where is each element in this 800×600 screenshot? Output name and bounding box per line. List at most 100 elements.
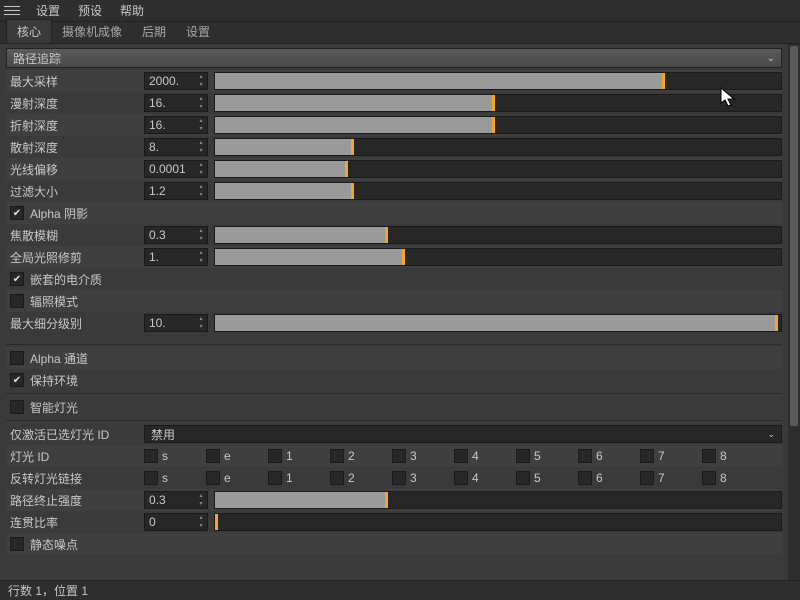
label-diffuse-depth: 漫射深度 — [6, 95, 138, 112]
slider-filter-size[interactable] — [214, 182, 782, 200]
cb-inv-s[interactable] — [144, 471, 158, 485]
slider-gi-clamp[interactable] — [214, 248, 782, 266]
invert-light-options: s e 1 2 3 4 5 6 7 8 — [144, 471, 782, 485]
scrollbar-thumb[interactable] — [790, 46, 798, 426]
cb-light-4[interactable] — [454, 449, 468, 463]
row-keep-env: 保持环境 — [6, 369, 782, 391]
cb-light-5[interactable] — [516, 449, 530, 463]
menu-settings[interactable]: 设置 — [28, 0, 68, 21]
tab-settings[interactable]: 设置 — [176, 20, 220, 43]
slider-caustic-blur[interactable] — [214, 226, 782, 244]
row-filter-size: 过滤大小 1.2▴▾ — [6, 180, 782, 202]
cb-inv-5[interactable] — [516, 471, 530, 485]
slider-coherence[interactable] — [214, 513, 782, 531]
row-nested-dielectric: 嵌套的电介质 — [6, 268, 782, 290]
cb-light-e[interactable] — [206, 449, 220, 463]
label-alpha-shadow: Alpha 阴影 — [30, 205, 88, 222]
cb-inv-4[interactable] — [454, 471, 468, 485]
tab-camera-imager[interactable]: 摄像机成像 — [52, 20, 132, 43]
checkbox-alpha-shadow[interactable] — [10, 206, 24, 220]
label-termination: 路径终止强度 — [6, 492, 138, 509]
checkbox-smart-light[interactable] — [10, 400, 24, 414]
cb-inv-6[interactable] — [578, 471, 592, 485]
light-id-options: s e 1 2 3 4 5 6 7 8 — [144, 449, 782, 463]
slider-scatter-depth[interactable] — [214, 138, 782, 156]
row-irradiance-mode: 辐照模式 — [6, 290, 782, 312]
tab-core[interactable]: 核心 — [6, 19, 52, 43]
label-light-id: 灯光 ID — [6, 448, 138, 465]
row-scatter-depth: 散射深度 8.▴▾ — [6, 136, 782, 158]
row-diffuse-depth: 漫射深度 16.▴▾ — [6, 92, 782, 114]
label-alpha-channel: Alpha 通道 — [30, 350, 88, 367]
dropdown-activate-light-id[interactable]: 禁用 ⌄ — [144, 425, 782, 443]
label-static-noise: 静态噪点 — [30, 536, 78, 553]
label-smart-light: 智能灯光 — [30, 399, 78, 416]
input-gi-clamp[interactable]: 1.▴▾ — [144, 248, 208, 266]
properties-panel: 路径追踪 ⌄ 最大采样 2000.▴▾ 漫射深度 16.▴▾ 折射深度 16.▴… — [0, 44, 788, 580]
cb-inv-8[interactable] — [702, 471, 716, 485]
slider-termination[interactable] — [214, 491, 782, 509]
label-caustic-blur: 焦散模糊 — [6, 227, 138, 244]
row-invert-light: 反转灯光链接 s e 1 2 3 4 5 6 7 8 — [6, 467, 782, 489]
cb-light-8[interactable] — [702, 449, 716, 463]
row-activate-light-id: 仅激活已选灯光 ID 禁用 ⌄ — [6, 423, 782, 445]
input-coherence[interactable]: 0▴▾ — [144, 513, 208, 531]
tab-bar: 核心 摄像机成像 后期 设置 — [0, 22, 800, 44]
input-diffuse-depth[interactable]: 16.▴▾ — [144, 94, 208, 112]
section-path-tracing[interactable]: 路径追踪 ⌄ — [6, 48, 782, 68]
row-caustic-blur: 焦散模糊 0.3▴▾ — [6, 224, 782, 246]
input-ray-offset[interactable]: 0.0001▴▾ — [144, 160, 208, 178]
cb-inv-2[interactable] — [330, 471, 344, 485]
slider-diffuse-depth[interactable] — [214, 94, 782, 112]
row-alpha-shadow: Alpha 阴影 — [6, 202, 782, 224]
checkbox-irradiance-mode[interactable] — [10, 294, 24, 308]
chevron-down-icon: ⌄ — [767, 53, 775, 64]
checkbox-static-noise[interactable] — [10, 537, 24, 551]
input-scatter-depth[interactable]: 8.▴▾ — [144, 138, 208, 156]
checkbox-nested-dielectric[interactable] — [10, 272, 24, 286]
vertical-scrollbar[interactable] — [788, 44, 800, 580]
cb-light-3[interactable] — [392, 449, 406, 463]
input-termination[interactable]: 0.3▴▾ — [144, 491, 208, 509]
cb-inv-7[interactable] — [640, 471, 654, 485]
label-invert-light: 反转灯光链接 — [6, 470, 138, 487]
status-bar: 行数 1，位置 1 — [0, 580, 800, 600]
menu-bar: 设置 预设 帮助 — [0, 0, 800, 22]
menu-presets[interactable]: 预设 — [70, 0, 110, 21]
slider-refraction-depth[interactable] — [214, 116, 782, 134]
status-text: 行数 1，位置 1 — [8, 582, 88, 599]
input-max-samples[interactable]: 2000.▴▾ — [144, 72, 208, 90]
input-refraction-depth[interactable]: 16.▴▾ — [144, 116, 208, 134]
cb-light-1[interactable] — [268, 449, 282, 463]
menu-help[interactable]: 帮助 — [112, 0, 152, 21]
label-scatter-depth: 散射深度 — [6, 139, 138, 156]
row-static-noise: 静态噪点 — [6, 533, 782, 555]
label-max-samples: 最大采样 — [6, 73, 138, 90]
tab-post[interactable]: 后期 — [132, 20, 176, 43]
label-filter-size: 过滤大小 — [6, 183, 138, 200]
label-max-subdiv: 最大细分级别 — [6, 315, 138, 332]
hamburger-icon[interactable] — [4, 3, 20, 19]
row-gi-clamp: 全局光照修剪 1.▴▾ — [6, 246, 782, 268]
label-irradiance-mode: 辐照模式 — [30, 293, 78, 310]
cb-light-s[interactable] — [144, 449, 158, 463]
row-termination: 路径终止强度 0.3▴▾ — [6, 489, 782, 511]
cb-inv-3[interactable] — [392, 471, 406, 485]
slider-ray-offset[interactable] — [214, 160, 782, 178]
slider-max-samples[interactable] — [214, 72, 782, 90]
checkbox-alpha-channel[interactable] — [10, 351, 24, 365]
cb-inv-e[interactable] — [206, 471, 220, 485]
label-activate-light-id: 仅激活已选灯光 ID — [6, 426, 138, 443]
label-ray-offset: 光线偏移 — [6, 161, 138, 178]
input-caustic-blur[interactable]: 0.3▴▾ — [144, 226, 208, 244]
checkbox-keep-env[interactable] — [10, 373, 24, 387]
cb-light-6[interactable] — [578, 449, 592, 463]
cb-light-2[interactable] — [330, 449, 344, 463]
slider-max-subdiv[interactable] — [214, 314, 782, 332]
label-coherence: 连贯比率 — [6, 514, 138, 531]
input-max-subdiv[interactable]: 10.▴▾ — [144, 314, 208, 332]
cb-inv-1[interactable] — [268, 471, 282, 485]
cb-light-7[interactable] — [640, 449, 654, 463]
row-alpha-channel: Alpha 通道 — [6, 347, 782, 369]
input-filter-size[interactable]: 1.2▴▾ — [144, 182, 208, 200]
